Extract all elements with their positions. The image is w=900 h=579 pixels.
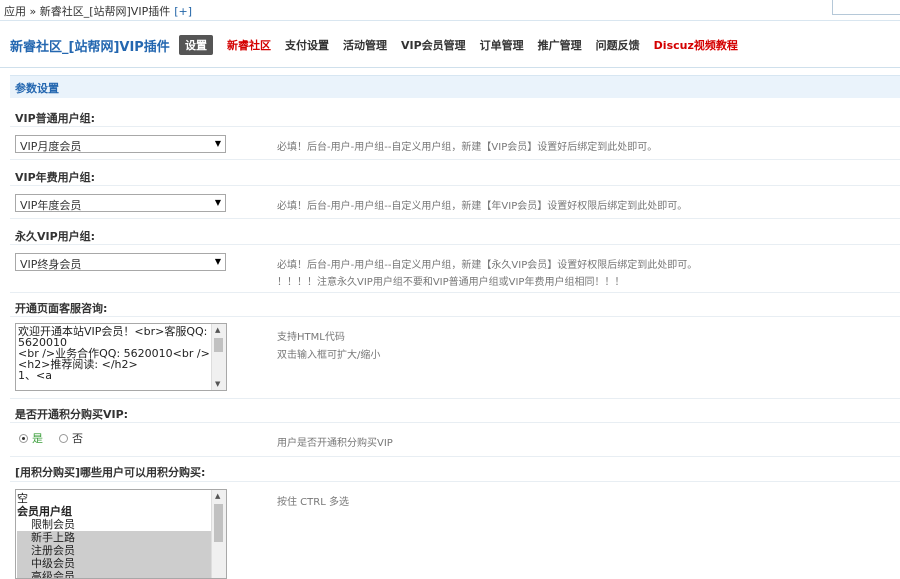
plugin-header: 新睿社区_[站帮网]VIP插件 设置 新睿社区 支付设置 活动管理 VIP会员管… (0, 21, 900, 68)
section-title: 参数设置 (15, 82, 59, 95)
scroll-down-icon[interactable]: ▼ (215, 380, 220, 388)
points-buy-yes[interactable]: 是 (19, 430, 43, 446)
add-shortcut-link[interactable]: [+] (174, 5, 192, 18)
vip-year-value: VIP年度会员 (20, 199, 82, 212)
radio-unselected-icon (59, 433, 68, 443)
open-page-content: 欢迎开通本站VIP会员！<br>客服QQ: 5620010 <br />业务合作… (18, 325, 210, 382)
open-page-hint2: 双击输入框可扩大/缩小 (277, 350, 381, 361)
listbox-option-selected[interactable]: 中级会员 (17, 557, 211, 570)
vip-normal-value: VIP月度会员 (20, 140, 82, 153)
divider (10, 126, 900, 127)
divider (10, 422, 900, 423)
nav-video-tutorial[interactable]: Discuz视频教程 (654, 37, 738, 53)
nav-promotion-management[interactable]: 推广管理 (538, 37, 582, 53)
divider (10, 244, 900, 245)
scroll-thumb[interactable] (214, 338, 223, 352)
points-buy-label: 是否开通积分购买VIP: (15, 408, 129, 421)
vip-forever-hint: 必填！后台-用户-用户组--自定义用户组，新建【永久VIP会员】设置好权限后绑定… (277, 260, 698, 271)
open-page-hint: 支持HTML代码 (277, 332, 345, 343)
divider (10, 316, 900, 317)
plugin-nav: 设置 新睿社区 支付设置 活动管理 VIP会员管理 订单管理 推广管理 问题反馈… (179, 35, 752, 55)
nav-vip-management[interactable]: VIP会员管理 (401, 37, 466, 53)
points-buy-no[interactable]: 否 (59, 430, 83, 446)
listbox-option[interactable]: 限制会员 (17, 518, 211, 531)
divider (10, 456, 900, 457)
nav-order-management[interactable]: 订单管理 (480, 37, 524, 53)
open-page-label: 开通页面客服咨询: (15, 302, 108, 315)
vip-year-label: VIP年费用户组: (15, 171, 96, 184)
listbox-option[interactable]: 空 (17, 492, 211, 505)
scroll-up-icon[interactable]: ▲ (215, 326, 220, 334)
chevron-down-icon: ▼ (214, 257, 221, 266)
divider (10, 185, 900, 186)
textarea-scrollbar[interactable]: ▲ ▼ (211, 324, 226, 390)
nav-community[interactable]: 新睿社区 (227, 37, 271, 53)
points-groups-hint: 按住 CTRL 多选 (277, 497, 349, 508)
plugin-title: 新睿社区_[站帮网]VIP插件 (10, 40, 170, 55)
chevron-down-icon: ▼ (214, 139, 221, 148)
breadcrumb: 应用 » 新睿社区_[站帮网]VIP插件 [+] (4, 3, 192, 19)
vip-forever-label: 永久VIP用户组: (15, 230, 96, 243)
vip-normal-label: VIP普通用户组: (15, 112, 96, 125)
points-groups-listbox[interactable]: 空 会员用户组 限制会员 新手上路 注册会员 中级会员 高级会员 ▲ (15, 489, 227, 579)
divider (10, 292, 900, 293)
divider (10, 218, 900, 219)
divider (10, 481, 900, 482)
breadcrumb-bar: 应用 » 新睿社区_[站帮网]VIP插件 [+] (0, 0, 900, 21)
divider (10, 159, 900, 160)
section-header: 参数设置 (10, 75, 900, 98)
divider (10, 398, 900, 399)
listbox-option-selected[interactable]: 高级会员 (17, 570, 211, 578)
scroll-up-icon[interactable]: ▲ (215, 492, 220, 500)
points-groups-label: [用积分购买]哪些用户可以用积分购买: (15, 466, 206, 479)
listbox-option-selected[interactable]: 新手上路 (17, 531, 211, 544)
points-buy-no-label: 否 (72, 432, 83, 445)
listbox-optgroup: 会员用户组 (17, 505, 72, 518)
nav-payment-settings[interactable]: 支付设置 (285, 37, 329, 53)
vip-forever-select[interactable]: VIP终身会员 ▼ (15, 253, 226, 271)
vip-year-hint: 必填！后台-用户-用户组--自定义用户组，新建【年VIP会员】设置好权限后绑定到… (277, 201, 688, 212)
points-buy-hint: 用户是否开通积分购买VIP (277, 438, 393, 449)
nav-activity-management[interactable]: 活动管理 (343, 37, 387, 53)
breadcrumb-text: 应用 » 新睿社区_[站帮网]VIP插件 (4, 5, 171, 18)
nav-settings[interactable]: 设置 (179, 35, 213, 55)
search-box[interactable] (832, 0, 900, 15)
radio-selected-icon (19, 433, 28, 443)
vip-normal-select[interactable]: VIP月度会员 ▼ (15, 135, 226, 153)
vip-year-select[interactable]: VIP年度会员 ▼ (15, 194, 226, 212)
listbox-option-selected[interactable]: 注册会员 (17, 544, 211, 557)
chevron-down-icon: ▼ (214, 198, 221, 207)
scroll-thumb[interactable] (214, 504, 223, 542)
vip-normal-hint: 必填！后台-用户-用户组--自定义用户组，新建【VIP会员】设置好后绑定到此处即… (277, 142, 658, 153)
listbox-scrollbar[interactable]: ▲ (211, 490, 226, 578)
nav-feedback[interactable]: 问题反馈 (596, 37, 640, 53)
open-page-textarea[interactable]: 欢迎开通本站VIP会员！<br>客服QQ: 5620010 <br />业务合作… (15, 323, 227, 391)
points-buy-yes-label: 是 (32, 432, 43, 445)
vip-forever-warning: ！！！！注意永久VIP用户组不要和VIP普通用户组或VIP年费用户组相同！！！ (277, 277, 625, 288)
vip-forever-value: VIP终身会员 (20, 258, 82, 271)
